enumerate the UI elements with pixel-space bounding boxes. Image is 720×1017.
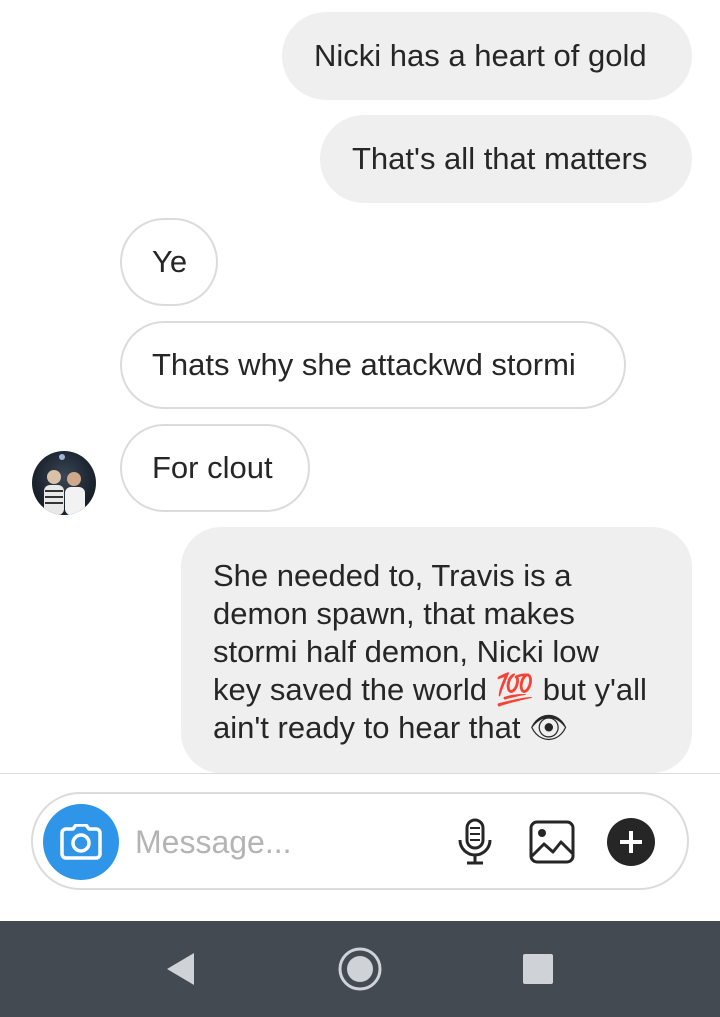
avatar[interactable] xyxy=(32,451,96,515)
message-line: stormi half demon, Nicki low xyxy=(213,634,599,669)
message-bubble-received[interactable]: Ye xyxy=(120,218,218,306)
message-bubble-received[interactable]: Thats why she attackwd stormi xyxy=(120,321,626,409)
gallery-icon xyxy=(529,820,575,864)
message-input[interactable] xyxy=(135,816,425,868)
message-composer xyxy=(31,792,689,890)
message-line: ain't ready to hear that 👁 xyxy=(213,710,569,745)
camera-button[interactable] xyxy=(43,804,119,880)
message-line: key saved the world 💯 but y'all xyxy=(213,672,647,707)
message-text: Nicki has a heart of gold xyxy=(314,38,647,73)
home-icon xyxy=(338,947,382,991)
nav-home-button[interactable] xyxy=(336,945,384,993)
back-icon xyxy=(167,953,194,985)
message-line: demon spawn, that makes xyxy=(213,596,575,631)
microphone-icon xyxy=(458,818,492,865)
message-text: Ye xyxy=(152,244,188,279)
message-line: She needed to, Travis is a xyxy=(213,558,572,593)
composer-divider xyxy=(0,773,720,774)
message-text: For clout xyxy=(152,450,273,485)
message-bubble-sent[interactable]: She needed to, Travis is a demon spawn, … xyxy=(181,527,692,773)
avatar-photo xyxy=(44,454,85,515)
more-options-button[interactable] xyxy=(605,816,657,868)
system-navigation-bar xyxy=(0,921,720,1017)
message-bubble-received[interactable]: For clout xyxy=(120,424,310,512)
plus-icon xyxy=(607,818,655,866)
message-bubble-sent[interactable]: Nicki has a heart of gold xyxy=(282,12,692,100)
voice-message-button[interactable] xyxy=(449,816,501,868)
camera-icon xyxy=(60,824,102,860)
message-bubble-sent[interactable]: That's all that matters xyxy=(320,115,692,203)
message-text: Thats why she attackwd stormi xyxy=(152,347,576,382)
gallery-button[interactable] xyxy=(526,816,578,868)
message-text: That's all that matters xyxy=(352,141,648,176)
message-thread: Nicki has a heart of gold That's all tha… xyxy=(0,0,720,773)
nav-back-button[interactable] xyxy=(156,945,204,993)
recents-icon xyxy=(523,954,553,984)
nav-recents-button[interactable] xyxy=(514,945,562,993)
